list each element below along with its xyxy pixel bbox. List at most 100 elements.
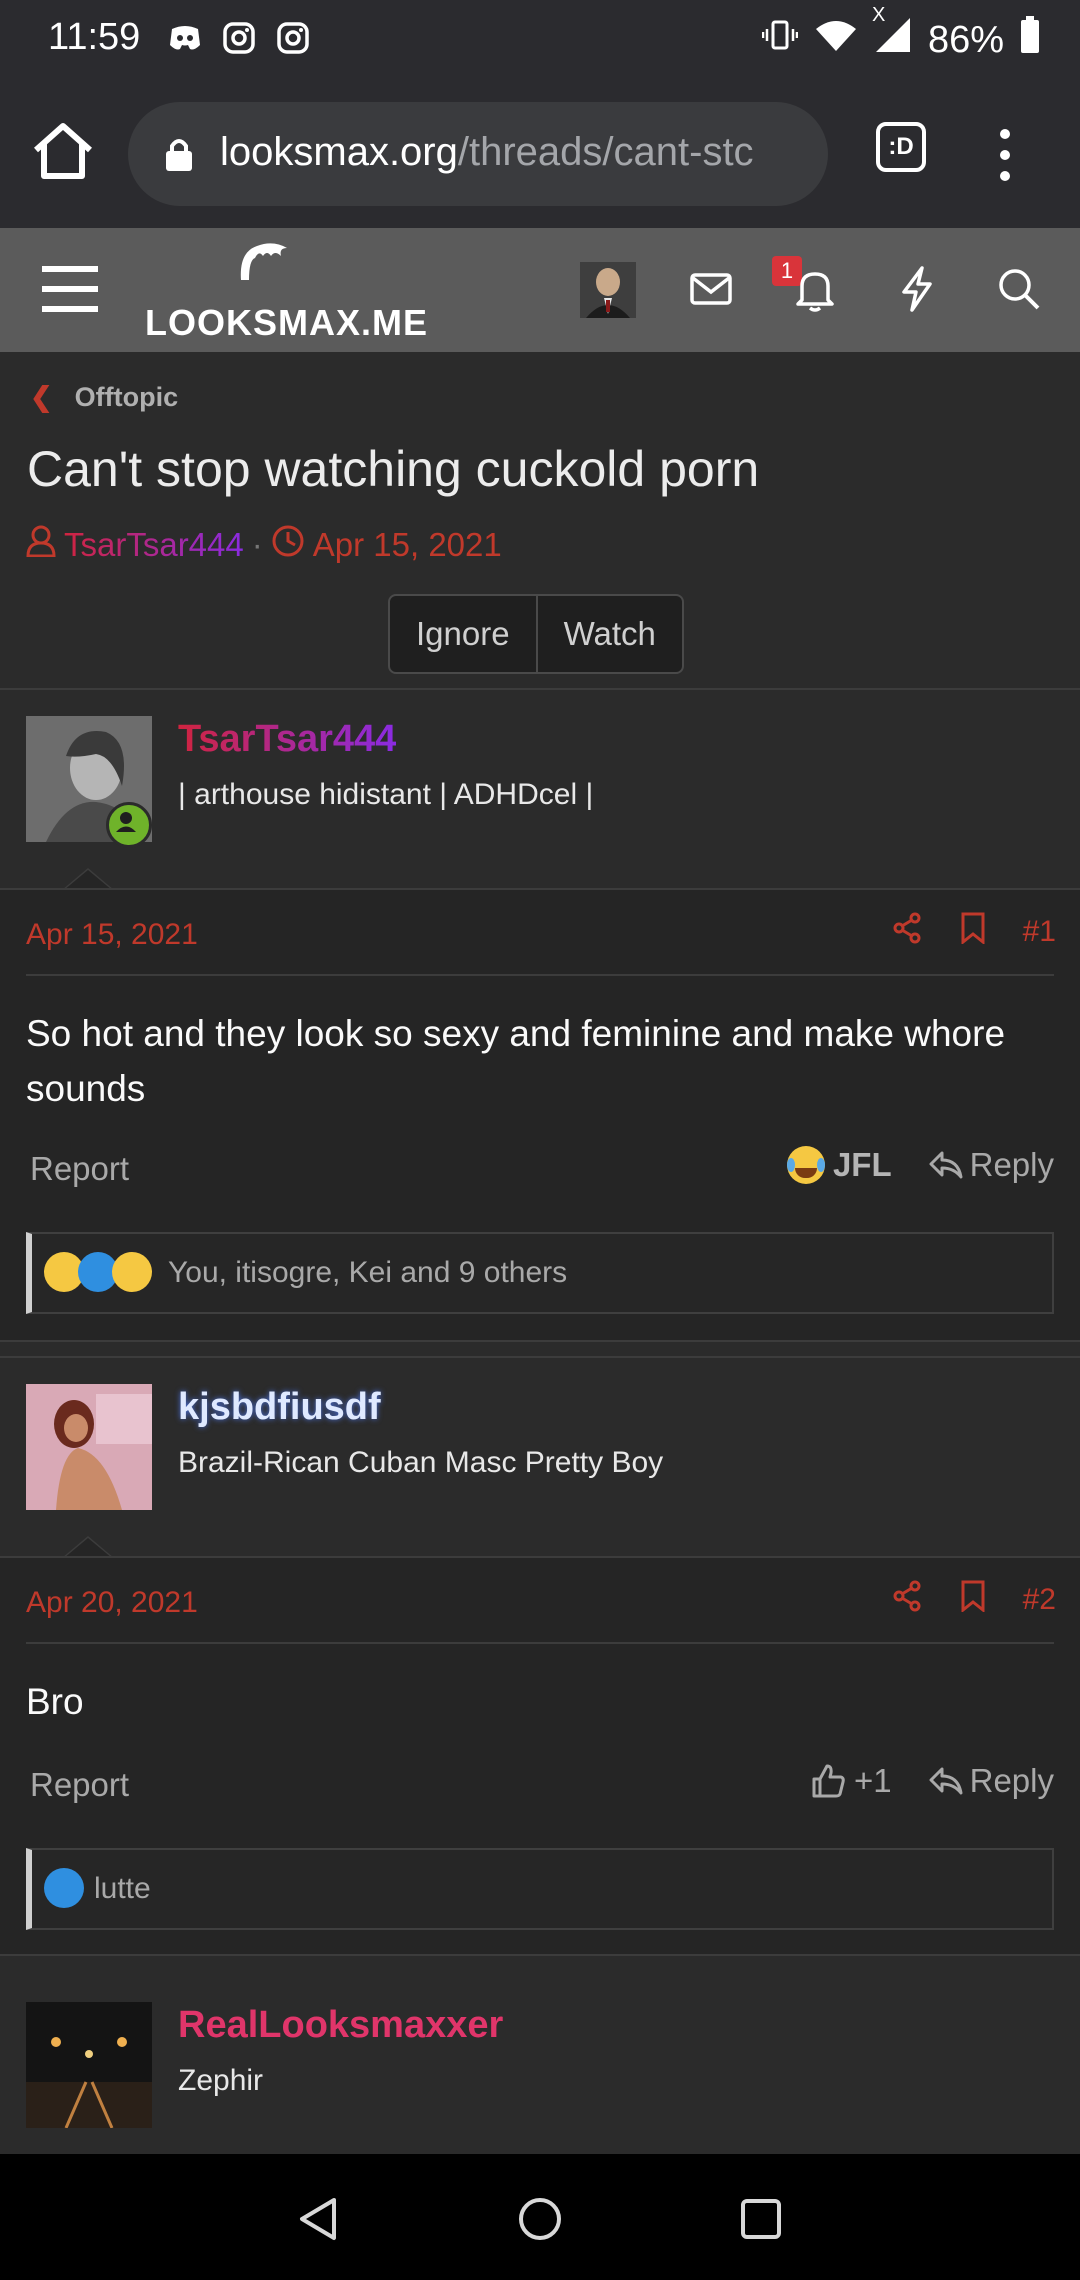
post-username[interactable]: TsarTsar444 [178,718,396,761]
like-button[interactable]: +1 [810,1762,892,1800]
system-nav-bar [0,2154,1080,2280]
avatar[interactable] [26,1384,152,1510]
user-title: Brazil-Rican Cuban Masc Pretty Boy [178,1446,664,1479]
battery-percent: 86% [927,18,1004,61]
post-author-block: RealLooksmaxxer Zephir [0,1976,1080,2176]
back-icon[interactable] [296,2196,342,2242]
post-date[interactable]: Apr 20, 2021 [26,1586,198,1620]
post-content: Bro [26,1681,84,1722]
browser-toolbar: looksmax.org/threads/cant-stc :D [0,80,1080,228]
reply-label: Reply [969,1146,1054,1183]
bookmark-icon[interactable] [959,1580,987,1620]
like-count: +1 [854,1762,892,1799]
laughing-crying-icon [786,1146,825,1184]
post-actions: #2 [891,1580,1056,1620]
extension-button[interactable]: :D [876,122,926,172]
wifi-icon [814,17,858,63]
jfl-reaction-button[interactable]: JFL [786,1146,892,1184]
share-icon[interactable] [891,912,923,952]
site-logo[interactable]: LOOKSMAX.ME [145,240,427,343]
hamburger-menu-icon[interactable] [42,264,98,314]
post-pointer [62,1536,114,1558]
user-title: | arthouse hidistant | ADHDcel | [178,778,594,811]
post-pointer [62,868,114,890]
thread-actions: Ignore Watch [388,594,684,674]
post-date[interactable]: Apr 15, 2021 [26,918,198,952]
url-host: looksmax.org [220,130,458,174]
post-footer-right: JFL Reply [786,1146,1054,1184]
instagram-icon [219,18,259,58]
url-text: looksmax.org/threads/cant-stc [220,130,754,175]
breadcrumb-label: Offtopic [74,382,179,412]
search-icon[interactable] [994,264,1044,314]
post-username[interactable]: kjsbdfiusdf [178,1386,381,1429]
vibrate-icon [761,17,799,63]
post-body: Apr 20, 2021 #2 Bro Report +1 Reply lutt… [0,1558,1080,1954]
avatar[interactable] [26,2002,152,2128]
instagram-icon [273,18,313,58]
inbox-icon[interactable] [686,264,736,314]
post-author-block: TsarTsar444 | arthouse hidistant | ADHDc… [0,690,1080,890]
status-time: 11:59 [48,16,141,58]
thumbs-up-icon [812,1764,845,1798]
lightning-icon[interactable] [892,264,942,314]
reactions-summary[interactable]: You, itisogre, Kei and 9 others [26,1232,1054,1314]
sad-face-icon [112,1252,152,1292]
reply-icon [929,1767,963,1795]
thumbs-up-icon [44,1868,84,1908]
reply-button[interactable]: Reply [928,1146,1054,1184]
post-actions: #1 [891,912,1056,952]
bookmark-icon[interactable] [959,912,987,952]
post-username[interactable]: RealLooksmaxxer [178,2004,503,2047]
signal-icon: X [872,4,912,64]
breadcrumb[interactable]: ❮ Offtopic [30,382,178,413]
report-link[interactable]: Report [30,1150,129,1188]
user-avatar[interactable] [580,262,636,318]
reaction-label: JFL [832,1146,892,1183]
user-title: Zephir [178,2064,264,2097]
divider [26,974,1054,976]
report-link[interactable]: Report [30,1766,129,1804]
divider [26,1642,1054,1644]
no-data-mark: X [871,4,886,26]
post-number[interactable]: #2 [1023,1583,1056,1617]
reactions-summary[interactable]: lutte [26,1848,1054,1930]
meta-separator: · [251,526,263,563]
hair-logo-icon [240,243,287,280]
url-path: /threads/cant-stc [457,130,754,174]
status-bar: 11:59 X 86% [0,0,1080,80]
post-number[interactable]: #1 [1023,915,1056,949]
ignore-button[interactable]: Ignore [390,596,536,672]
post-footer-right: +1 Reply [810,1762,1054,1800]
reply-button[interactable]: Reply [928,1762,1054,1800]
reactions-text: lutte [94,1872,151,1905]
post-gap [0,1956,1080,1976]
post-content: So hot and they look so sexy and feminin… [26,1013,1006,1109]
logo-text: LOOKSMAX.ME [145,302,429,343]
reply-icon [929,1151,963,1179]
bell-icon[interactable] [790,264,840,314]
thread-date[interactable]: Apr 15, 2021 [313,526,502,564]
discord-icon [165,18,205,58]
reply-label: Reply [969,1762,1054,1799]
watch-button[interactable]: Watch [535,596,682,672]
thread-meta: TsarTsar444 · Apr 15, 2021 [26,524,502,566]
home-icon[interactable] [30,120,100,190]
recents-icon[interactable] [740,2198,782,2240]
post-author-block: kjsbdfiusdf Brazil-Rican Cuban Masc Pret… [0,1358,1080,1558]
battery-icon [1020,16,1040,64]
thread-author[interactable]: TsarTsar444 [64,526,244,564]
online-status-icon [106,802,152,848]
post-body: Apr 15, 2021 #1 So hot and they look so … [0,890,1080,1340]
url-bar[interactable]: looksmax.org/threads/cant-stc [128,102,828,206]
site-header: LOOKSMAX.ME 1 [0,228,1080,352]
lock-icon [164,136,194,177]
more-menu-icon[interactable] [990,120,1020,190]
notification-icons [165,18,313,58]
clock-icon [271,524,305,566]
status-right: X 86% [761,4,1040,64]
home-circle-icon[interactable] [517,2196,563,2242]
share-icon[interactable] [891,1580,923,1620]
user-icon [26,525,56,565]
chevron-left-icon: ❮ [30,382,53,412]
